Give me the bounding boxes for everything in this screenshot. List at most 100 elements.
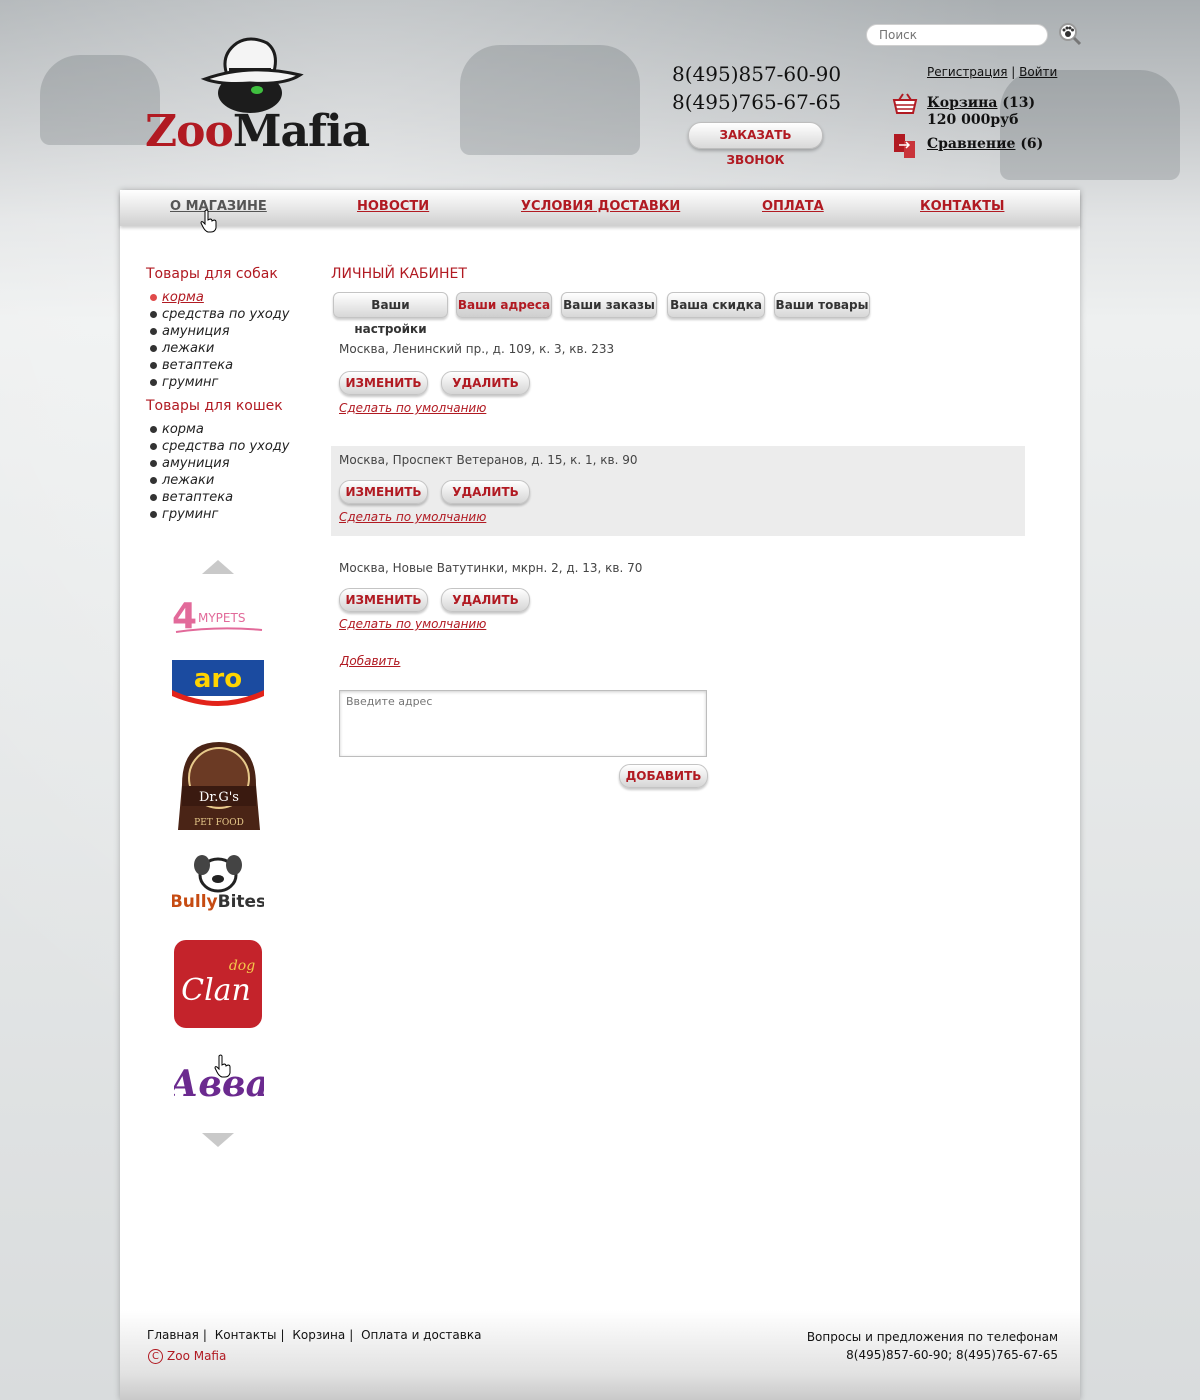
footer-contacts: Вопросы и предложения по телефонам 8(495… [807, 1328, 1058, 1364]
address-text: Москва, Проспект Ветеранов, д. 15, к. 1,… [339, 453, 638, 467]
tab-discount[interactable]: Ваша скидка [667, 292, 765, 318]
compare-link[interactable]: Сравнение [927, 136, 1015, 152]
nav-item-delivery[interactable]: УСЛОВИЯ ДОСТАВКИ [521, 199, 680, 214]
phone-number: 8(495)765-67-65 [672, 90, 842, 114]
login-link[interactable]: Войти [1019, 65, 1057, 79]
footer-link-payment-delivery[interactable]: Оплата и доставка [361, 1328, 481, 1342]
edit-address-button[interactable]: ИЗМЕНИТЬ [339, 588, 428, 612]
svg-text:dog: dog [229, 958, 255, 974]
bullet-icon [150, 379, 157, 386]
nav-item-contacts[interactable]: КОНТАКТЫ [920, 199, 1004, 214]
set-default-link[interactable]: Сделать по умолчанию [339, 617, 486, 631]
tab-addresses[interactable]: Ваши адреса [456, 292, 552, 318]
cart-total: 120 000руб [927, 112, 1019, 128]
svg-text:PET FOOD: PET FOOD [194, 818, 244, 828]
compare-icon[interactable] [893, 133, 917, 159]
address-item: Москва, Ленинский пр., д. 109, к. 3, кв.… [331, 335, 1025, 425]
nav-item-news[interactable]: НОВОСТИ [357, 199, 429, 214]
page-title: ЛИЧНЫЙ КАБИНЕТ [331, 266, 467, 282]
footer-links: Главная | Контакты | Корзина | Оплата и дос… [147, 1328, 482, 1342]
background-car-shape [40, 55, 160, 145]
search-input[interactable] [866, 24, 1048, 46]
copyright: C Zoo Mafia [148, 1349, 226, 1364]
edit-address-button[interactable]: ИЗМЕНИТЬ [339, 371, 428, 395]
cart-count: (13) [1002, 95, 1036, 111]
list-item[interactable]: ветаптека [150, 357, 289, 374]
cart-link[interactable]: Корзина [927, 95, 998, 111]
bullet-icon [150, 494, 157, 501]
list-item[interactable]: амуниция [150, 455, 289, 472]
compare-summary[interactable]: Сравнение (6) [927, 136, 1043, 152]
brand-logo-4mypets[interactable]: 4 MYPETS [172, 596, 264, 638]
background-car-shape [460, 45, 640, 155]
bullet-icon [150, 460, 157, 467]
bullet-icon [150, 345, 157, 352]
svg-text:MYPETS: MYPETS [198, 611, 245, 625]
bullet-icon [150, 477, 157, 484]
bullet-icon [150, 328, 157, 335]
delete-address-button[interactable]: УДАЛИТЬ [441, 588, 530, 612]
dogs-category-title[interactable]: Товары для собак [146, 266, 278, 282]
delete-address-button[interactable]: УДАЛИТЬ [441, 371, 530, 395]
bullet-icon [150, 362, 157, 369]
list-item[interactable]: средства по уходу [150, 306, 289, 323]
footer-link-home[interactable]: Главная [147, 1328, 199, 1342]
cats-category-title[interactable]: Товары для кошек [146, 398, 283, 414]
add-address-link[interactable]: Добавить [340, 654, 400, 668]
zoomafia-logo[interactable]: ZooMafia [145, 35, 370, 160]
phone-number: 8(495)857-60-90 [672, 62, 842, 86]
nav-item-about[interactable]: О МАГАЗИНЕ [170, 199, 267, 214]
footer-link-cart[interactable]: Корзина [292, 1328, 345, 1342]
paw-search-icon[interactable] [1058, 22, 1082, 46]
svg-text:aro: aro [194, 664, 242, 694]
address-text: Москва, Ленинский пр., д. 109, к. 3, кв.… [339, 342, 615, 356]
set-default-link[interactable]: Сделать по умолчанию [339, 510, 486, 524]
tab-orders[interactable]: Ваши заказы [561, 292, 657, 318]
list-item[interactable]: лежаки [150, 340, 289, 357]
list-item[interactable]: ветаптека [150, 489, 289, 506]
register-link[interactable]: Регистрация [927, 65, 1007, 79]
auth-separator: | [1011, 65, 1016, 79]
svg-text:BullyBites: BullyBites [172, 892, 264, 911]
callback-button[interactable]: ЗАКАЗАТЬ ЗВОНОК [688, 122, 823, 167]
brand-logo-aro[interactable]: aro [172, 660, 264, 712]
bullet-icon [150, 511, 157, 518]
copyright-icon: C [148, 1349, 163, 1364]
hand-cursor-icon [200, 209, 218, 233]
auth-links: Регистрация | Войти [927, 65, 1057, 79]
list-item[interactable]: груминг [150, 506, 289, 523]
list-item[interactable]: корма [150, 289, 289, 306]
cart-summary[interactable]: Корзина (13) 120 000руб [927, 95, 1035, 129]
cats-category-list: корма средства по уходу амуниция лежаки … [150, 421, 289, 523]
list-item[interactable]: груминг [150, 374, 289, 391]
tab-products[interactable]: Ваши товары [774, 292, 870, 318]
footer-link-contacts[interactable]: Контакты [215, 1328, 277, 1342]
compare-count: (6) [1020, 136, 1044, 152]
list-item[interactable]: амуниция [150, 323, 289, 340]
address-input[interactable] [339, 690, 707, 757]
list-item[interactable]: лежаки [150, 472, 289, 489]
brand-logo-bully-bites[interactable]: BullyBites [170, 853, 266, 912]
list-item[interactable]: средства по уходу [150, 438, 289, 455]
carousel-up-arrow-icon[interactable] [202, 560, 234, 574]
svg-text:Clan: Clan [181, 973, 251, 1008]
cat-in-hat-icon [200, 37, 304, 113]
header-phones: 8(495)857-60-90 8(495)765-67-65 [672, 60, 841, 116]
bullet-icon [150, 426, 157, 433]
nav-item-payment[interactable]: ОПЛАТА [762, 199, 824, 214]
brand-logo-drgs[interactable]: Dr.G's PET FOOD [176, 740, 262, 834]
edit-address-button[interactable]: ИЗМЕНИТЬ [339, 480, 428, 504]
address-item: Москва, Новые Ватутинки, мкрн. 2, д. 13,… [331, 553, 1025, 643]
carousel-down-arrow-icon[interactable] [202, 1133, 234, 1147]
brand-logo-clan-dog[interactable]: Clan dog [174, 940, 264, 1030]
delete-address-button[interactable]: УДАЛИТЬ [441, 480, 530, 504]
set-default-link[interactable]: Сделать по умолчанию [339, 401, 486, 415]
tab-settings[interactable]: Ваши настройки [333, 292, 448, 336]
basket-icon[interactable] [892, 93, 918, 115]
add-address-button[interactable]: ДОБАВИТЬ [619, 764, 708, 788]
list-item[interactable]: корма [150, 421, 289, 438]
bullet-icon [150, 311, 157, 318]
address-text: Москва, Новые Ватутинки, мкрн. 2, д. 13,… [339, 561, 643, 575]
hand-cursor-icon [214, 1054, 232, 1078]
svg-text:Dr.G's: Dr.G's [199, 790, 239, 805]
